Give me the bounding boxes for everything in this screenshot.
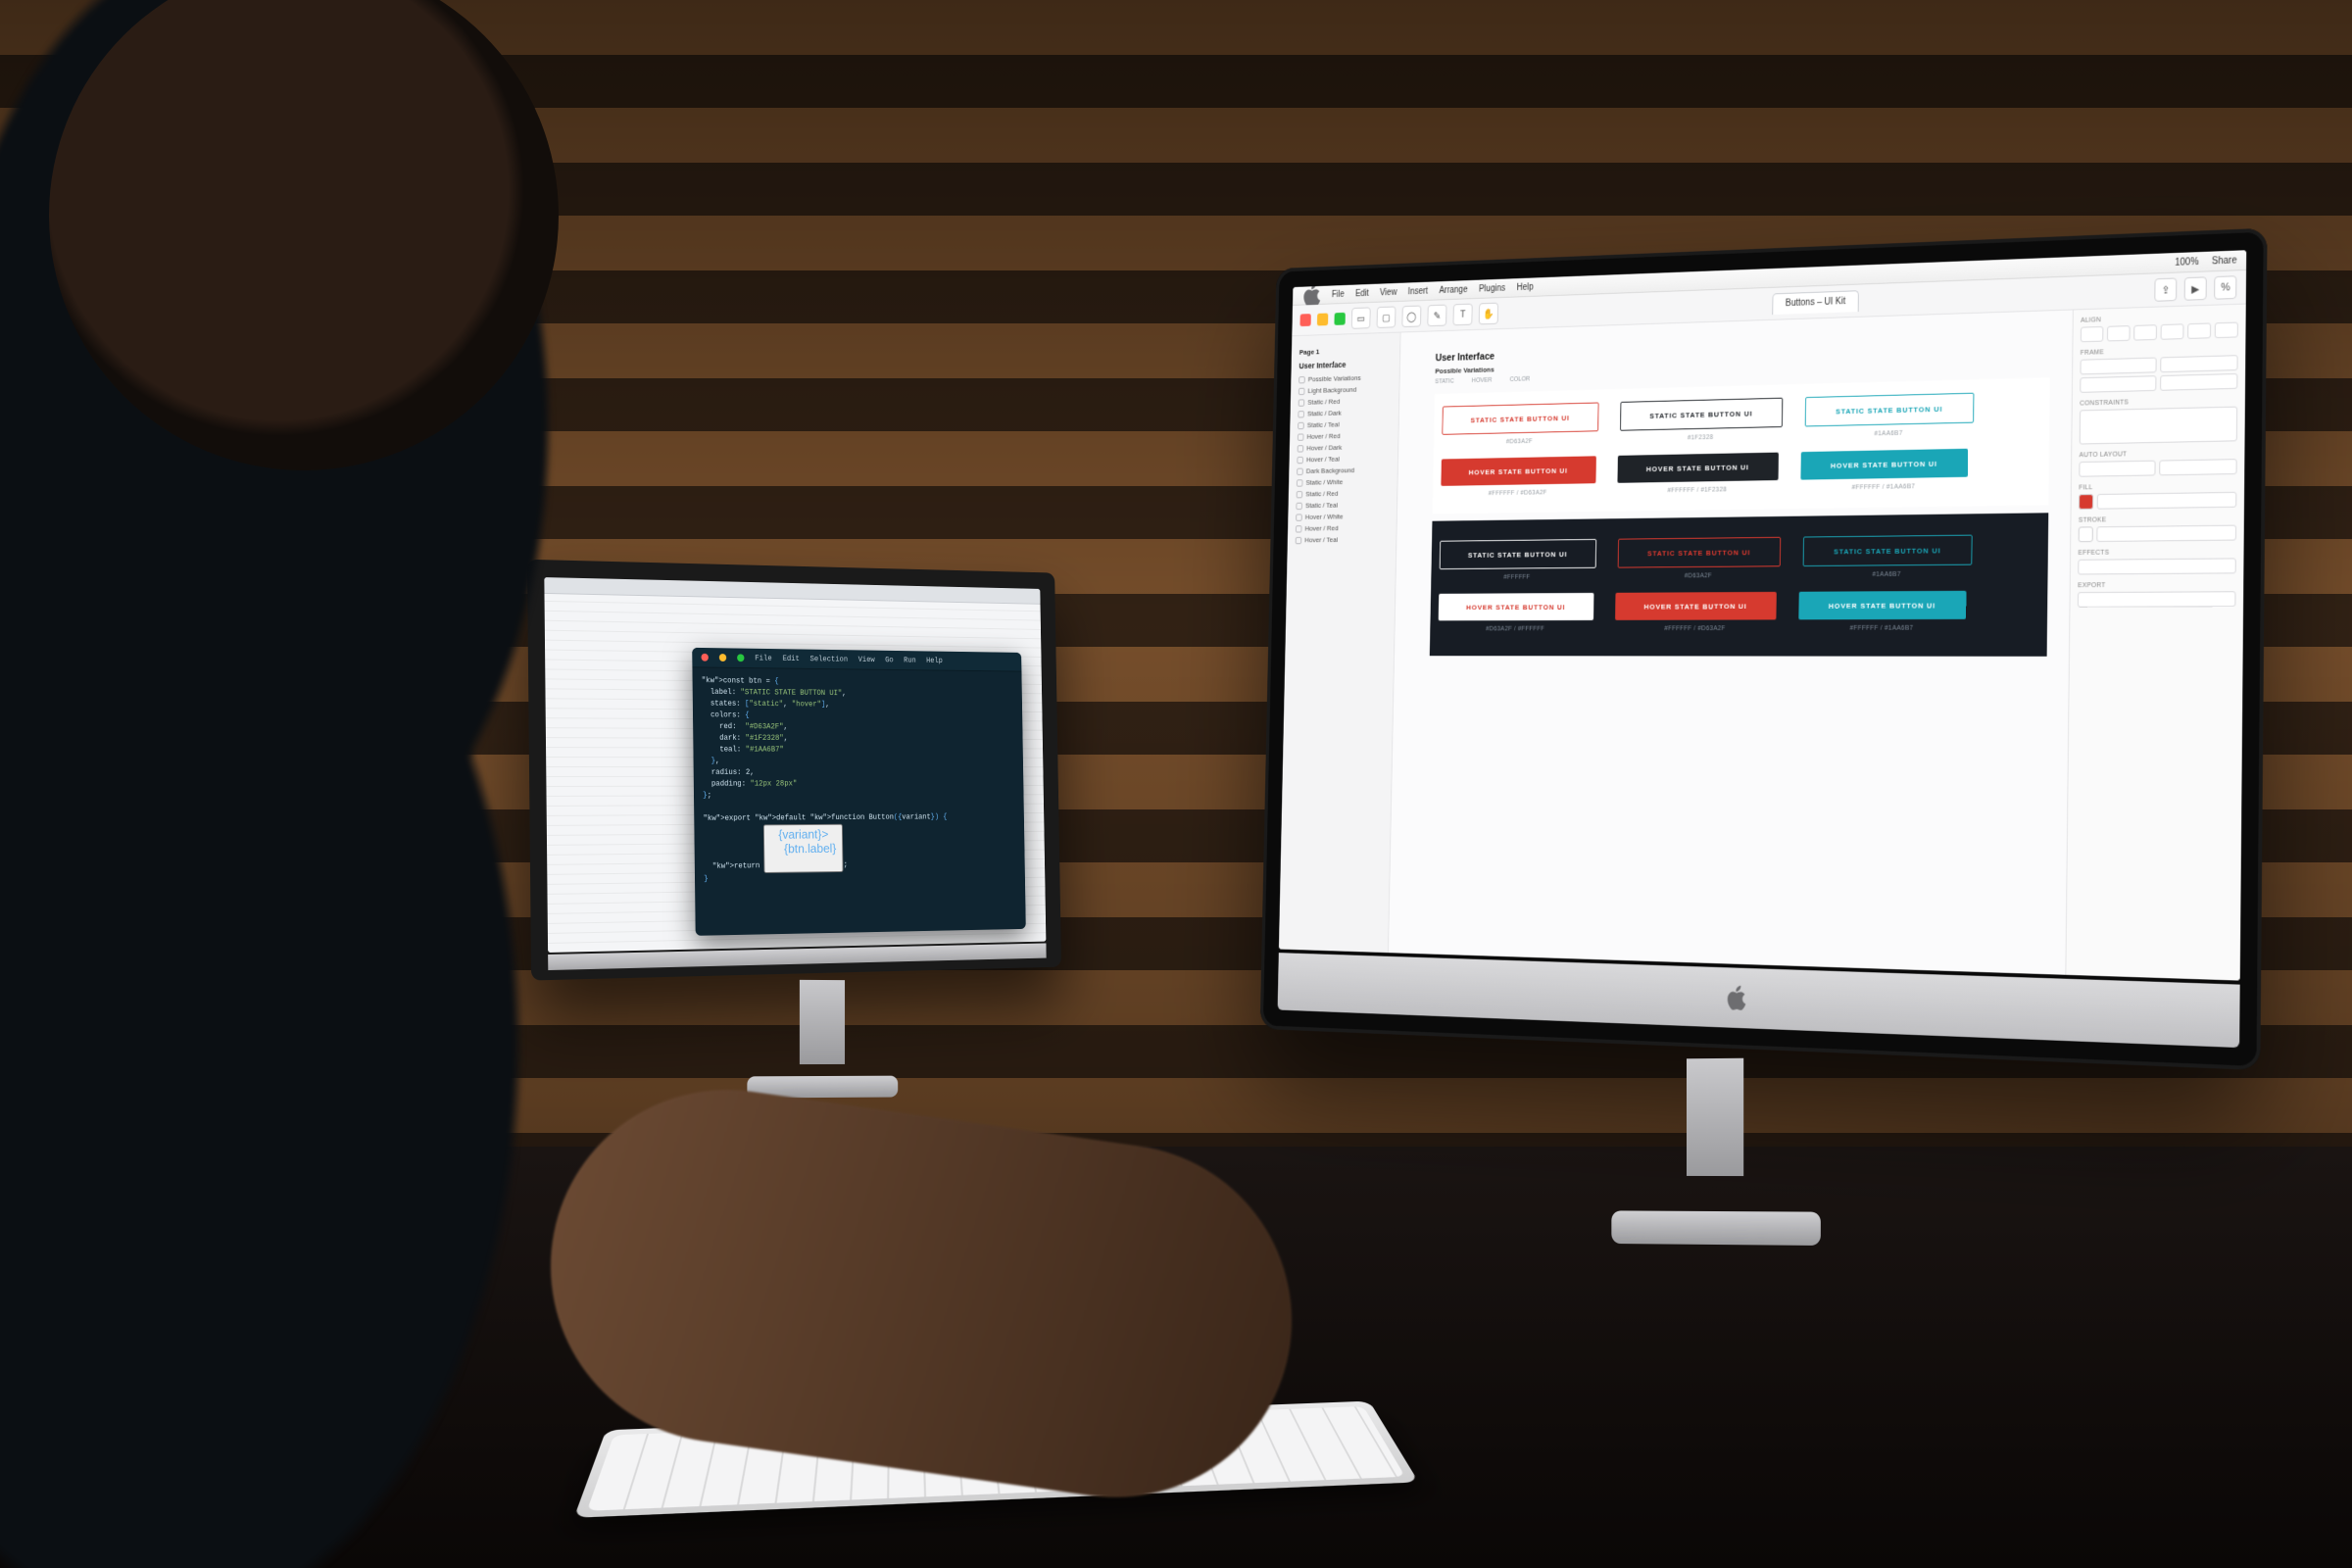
artboard: User Interface Possible Variations STATI… — [1430, 333, 2051, 656]
code-editor-body[interactable]: "kw">const btn = { label: "STATIC STATE … — [692, 667, 1025, 893]
primary-monitor: File Edit View Insert Arrange Plugins He… — [1260, 228, 2268, 1071]
dark-background-section: STATIC STATE BUTTON UI #FFFFFF STATIC ST… — [1430, 513, 2048, 656]
inspector-effects-label: Effects — [2078, 548, 2235, 556]
code-menu-selection[interactable]: Selection — [810, 655, 849, 663]
inspector-export-label: Export — [2078, 581, 2235, 589]
secondary-monitor-stand — [747, 979, 898, 1098]
inspector-layout-label: Auto Layout — [2080, 449, 2237, 459]
menu-insert[interactable]: Insert — [1408, 286, 1429, 297]
document-tab[interactable]: Buttons – UI Kit — [1773, 290, 1859, 315]
swatch-caption: #D63A2F — [1685, 572, 1712, 579]
hover-button-teal-dark[interactable]: HOVER STATE BUTTON UI — [1798, 591, 1966, 620]
minimize-icon[interactable] — [719, 654, 726, 662]
text-tool-button[interactable]: T — [1453, 304, 1473, 326]
hand-tool-button[interactable]: ✋ — [1479, 303, 1498, 325]
shape-tool-button[interactable]: ◯ — [1401, 306, 1421, 327]
static-button-white-outline[interactable]: STATIC STATE BUTTON UI — [1440, 539, 1596, 569]
hover-button-teal[interactable]: HOVER STATE BUTTON UI — [1800, 449, 1968, 480]
static-button-teal-outline-dark[interactable]: STATIC STATE BUTTON UI — [1803, 535, 1973, 566]
menu-help[interactable]: Help — [1517, 282, 1534, 293]
maximize-icon[interactable] — [737, 654, 744, 662]
swatch-caption: #FFFFFF / #1F2328 — [1667, 487, 1727, 495]
pen-tool-button[interactable]: ✎ — [1427, 305, 1446, 327]
swatch-caption: #D63A2F — [1506, 438, 1533, 445]
swatch-caption: #FFFFFF / #1AA6B7 — [1849, 625, 1913, 632]
design-canvas[interactable]: User Interface Possible Variations STATI… — [1389, 310, 2073, 974]
layer-item[interactable]: Hover / Teal — [1296, 533, 1390, 546]
layers-panel[interactable]: Page 1 User Interface Possible Variation… — [1279, 332, 1401, 953]
swatch-caption: #1F2328 — [1688, 434, 1714, 441]
move-tool-button[interactable]: ▭ — [1351, 307, 1371, 328]
swatch-caption: #1AA6B7 — [1874, 430, 1902, 437]
swatch-caption: #FFFFFF / #D63A2F — [1664, 625, 1725, 632]
code-menu-run[interactable]: Run — [904, 656, 916, 664]
close-icon[interactable] — [1299, 314, 1310, 326]
swatch-caption: #FFFFFF / #1AA6B7 — [1852, 483, 1916, 491]
maximize-icon[interactable] — [1334, 313, 1345, 325]
menu-arrange[interactable]: Arrange — [1439, 284, 1467, 295]
hover-button-dark[interactable]: HOVER STATE BUTTON UI — [1617, 453, 1779, 483]
swatch-caption: #D63A2F / #FFFFFF — [1486, 626, 1544, 633]
inspector-stroke-label: Stroke — [2079, 515, 2236, 524]
light-background-section: STATIC STATE BUTTON UI #D63A2F STATIC ST… — [1433, 377, 2050, 514]
code-menu-file[interactable]: File — [755, 654, 772, 662]
hover-button-white[interactable]: HOVER STATE BUTTON UI — [1439, 593, 1594, 620]
close-icon[interactable] — [701, 654, 708, 662]
menu-edit[interactable]: Edit — [1355, 288, 1369, 298]
inspector-fill-label: Fill — [2079, 482, 2236, 491]
menu-file[interactable]: File — [1332, 289, 1345, 299]
static-button-red-outline[interactable]: STATIC STATE BUTTON UI — [1442, 403, 1598, 435]
menubar-zoom[interactable]: 100% — [2175, 257, 2198, 269]
code-menu-help[interactable]: Help — [926, 657, 943, 665]
swatch-caption: #FFFFFF / #D63A2F — [1489, 490, 1547, 497]
menu-plugins[interactable]: Plugins — [1479, 283, 1505, 294]
apple-logo-icon — [1724, 983, 1746, 1012]
static-button-red-outline-dark[interactable]: STATIC STATE BUTTON UI — [1618, 537, 1782, 568]
static-button-dark-outline[interactable]: STATIC STATE BUTTON UI — [1620, 398, 1783, 431]
code-menu-edit[interactable]: Edit — [782, 655, 799, 663]
share-button[interactable]: ⇪ — [2154, 277, 2177, 301]
code-menu-go[interactable]: Go — [885, 656, 894, 664]
play-button[interactable]: ▶ — [2184, 276, 2207, 300]
minimize-icon[interactable] — [1317, 313, 1328, 325]
swatch-caption: #1AA6B7 — [1872, 571, 1900, 578]
hover-button-red-dark[interactable]: HOVER STATE BUTTON UI — [1615, 592, 1777, 620]
code-editor-window[interactable]: File Edit Selection View Go Run Help "kw… — [692, 648, 1026, 936]
layers-page-label[interactable]: Page 1 — [1299, 345, 1394, 356]
static-button-teal-outline[interactable]: STATIC STATE BUTTON UI — [1805, 393, 1975, 427]
primary-monitor-stand — [1611, 1057, 1820, 1246]
swatch-caption: #FFFFFF — [1503, 574, 1530, 581]
fill-swatch[interactable] — [2079, 494, 2093, 510]
menu-view[interactable]: View — [1380, 287, 1397, 298]
frame-tool-button[interactable]: ▢ — [1377, 306, 1396, 327]
menubar-share[interactable]: Share — [2212, 255, 2237, 267]
zoom-button[interactable]: % — [2214, 275, 2236, 299]
inspector-constraints-label: Constraints — [2080, 397, 2237, 408]
hover-button-red[interactable]: HOVER STATE BUTTON UI — [1441, 456, 1596, 486]
inspector-panel[interactable]: Align Frame Constraints Auto Layout Fill… — [2065, 305, 2245, 981]
artboard-title-layer[interactable]: User Interface — [1298, 359, 1393, 370]
workspace-photo: File Edit Selection View Go Run Help "kw… — [0, 0, 2352, 1568]
code-menu-view[interactable]: View — [858, 656, 875, 664]
